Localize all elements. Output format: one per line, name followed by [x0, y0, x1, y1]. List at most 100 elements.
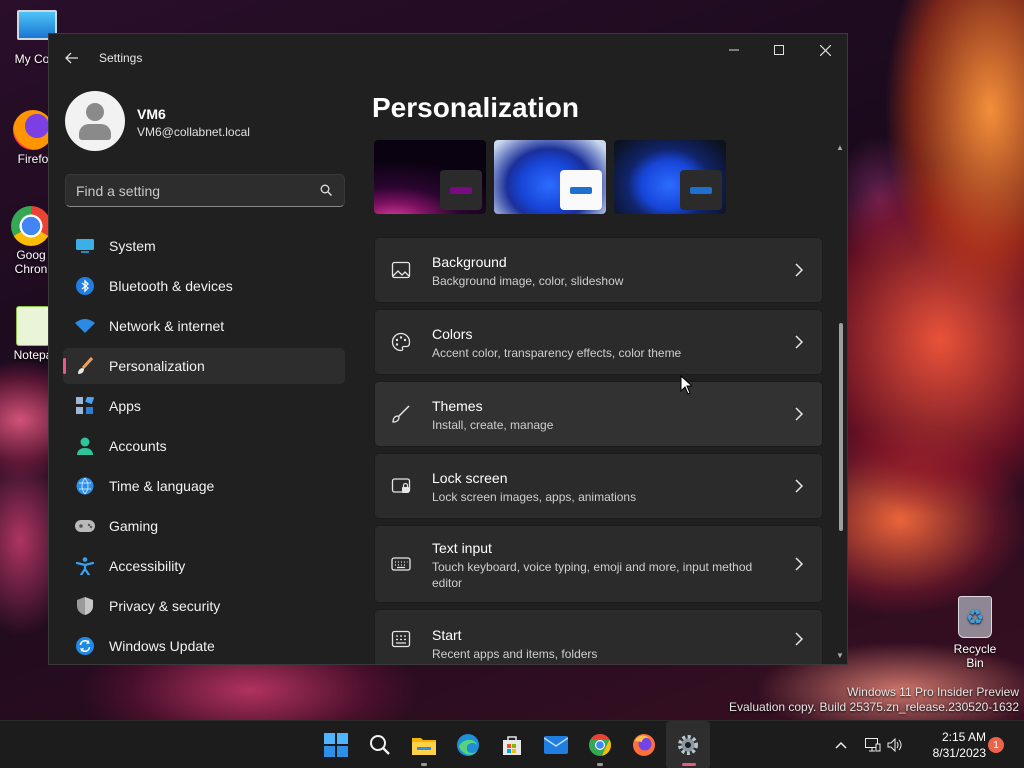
- scroll-thumb[interactable]: [839, 323, 843, 531]
- chevron-right-icon: [795, 632, 804, 646]
- watermark-line: Windows 11 Pro Insider Preview: [847, 685, 1019, 699]
- taskbar-mail[interactable]: [534, 721, 578, 768]
- close-button[interactable]: [802, 34, 847, 66]
- desktop-icon-label: Firefo: [17, 152, 49, 166]
- mouse-cursor-icon: [680, 375, 692, 395]
- card-lock-screen[interactable]: Lock screen Lock screen images, apps, an…: [374, 453, 823, 519]
- card-colors[interactable]: Colors Accent color, transparency effect…: [374, 309, 823, 375]
- search-box[interactable]: [65, 174, 345, 207]
- theme-thumbnail-dark-bloom[interactable]: [614, 140, 726, 214]
- card-start[interactable]: Start Recent apps and items, folders: [374, 609, 823, 664]
- sidebar-item-apps[interactable]: Apps: [63, 388, 345, 424]
- theme-accent-preview: [440, 170, 482, 210]
- user-email: VM6@collabnet.local: [137, 125, 250, 139]
- tray-network-button[interactable]: [862, 721, 884, 768]
- chevron-right-icon: [795, 335, 804, 349]
- theme-thumbnail-dark-purple[interactable]: [374, 140, 486, 214]
- chevron-right-icon: [795, 479, 804, 493]
- notepad-icon: [16, 306, 50, 346]
- sidebar-item-network[interactable]: Network & internet: [63, 308, 345, 344]
- user-head-icon: [86, 103, 104, 121]
- sidebar-item-personalization[interactable]: Personalization: [63, 348, 345, 384]
- sidebar-nav: System Bluetooth & devices Network & int…: [63, 228, 345, 664]
- start-icon: [391, 630, 411, 648]
- settings-cards: Background Background image, color, slid…: [374, 237, 823, 664]
- scrollbar[interactable]: ▲ ▼: [835, 142, 845, 662]
- scroll-up-icon[interactable]: ▲: [836, 144, 844, 152]
- card-text-input[interactable]: Text input Touch keyboard, voice typing,…: [374, 525, 823, 603]
- taskbar-edge[interactable]: [446, 721, 490, 768]
- tray-volume-button[interactable]: [884, 721, 906, 768]
- theme-thumbnails: [374, 140, 726, 214]
- clock-time: 2:15 AM: [941, 730, 986, 744]
- taskbar-file-explorer[interactable]: [402, 721, 446, 768]
- desktop-icon-label: Recycle Bin: [953, 642, 997, 670]
- sidebar-item-label: Bluetooth & devices: [109, 278, 233, 294]
- clock[interactable]: 2:15 AM 8/31/2023: [912, 729, 986, 761]
- windows-start-icon: [324, 733, 348, 757]
- brush-icon: [392, 405, 410, 423]
- scroll-down-icon[interactable]: ▼: [836, 652, 844, 660]
- user-name: VM6: [137, 106, 166, 122]
- close-icon: [819, 44, 831, 56]
- sidebar-item-accessibility[interactable]: Accessibility: [63, 548, 345, 584]
- minimize-icon: [729, 49, 739, 51]
- update-icon: [75, 636, 95, 656]
- firefox-icon: [13, 110, 53, 150]
- store-icon: [503, 736, 521, 755]
- card-title: Themes: [432, 398, 483, 414]
- taskbar: 2:15 AM 8/31/2023 1: [0, 720, 1024, 768]
- gamepad-icon: [75, 516, 95, 536]
- card-subtitle: Background image, color, slideshow: [432, 274, 624, 288]
- sidebar-item-gaming[interactable]: Gaming: [63, 508, 345, 544]
- sidebar-item-windows-update[interactable]: Windows Update: [63, 628, 345, 664]
- taskbar-firefox[interactable]: [622, 721, 666, 768]
- notification-badge[interactable]: 1: [988, 737, 1004, 753]
- sidebar-item-bluetooth[interactable]: Bluetooth & devices: [63, 268, 345, 304]
- maximize-button[interactable]: [756, 34, 802, 66]
- card-themes[interactable]: Themes Install, create, manage: [374, 381, 823, 447]
- window-title: Settings: [99, 51, 143, 65]
- sidebar-item-label: Apps: [109, 398, 141, 414]
- card-subtitle: Recent apps and items, folders: [432, 647, 598, 661]
- network-icon: [865, 738, 881, 752]
- sidebar-item-privacy[interactable]: Privacy & security: [63, 588, 345, 624]
- firefox-icon: [633, 734, 655, 756]
- accessibility-icon: [75, 556, 95, 576]
- sidebar-item-time-language[interactable]: Time & language: [63, 468, 345, 504]
- minimize-button[interactable]: [711, 34, 757, 66]
- tray-overflow-button[interactable]: [830, 721, 852, 768]
- taskbar-start-button[interactable]: [314, 721, 358, 768]
- settings-icon: [678, 735, 698, 755]
- card-background[interactable]: Background Background image, color, slid…: [374, 237, 823, 303]
- desktop-icon-recycle-bin[interactable]: ♻ Recycle Bin: [945, 596, 1005, 670]
- search-icon[interactable]: [320, 184, 332, 196]
- chrome-icon: [589, 734, 611, 756]
- user-body-icon: [79, 124, 111, 140]
- card-title: Lock screen: [432, 470, 508, 486]
- chevron-right-icon: [795, 263, 804, 277]
- settings-window: Settings VM6 VM6@collabnet.local System …: [48, 33, 848, 665]
- back-arrow-icon: [65, 52, 78, 64]
- search-input[interactable]: [76, 182, 306, 200]
- chevron-up-icon: [835, 741, 847, 749]
- chevron-right-icon: [795, 557, 804, 571]
- windows-watermark: Windows 11 Pro Insider Preview Evaluatio…: [729, 685, 1019, 715]
- back-button[interactable]: [59, 46, 85, 70]
- card-subtitle: Install, create, manage: [432, 418, 554, 432]
- sidebar-item-accounts[interactable]: Accounts: [63, 428, 345, 464]
- card-title: Start: [432, 627, 462, 643]
- card-subtitle: Accent color, transparency effects, colo…: [432, 346, 682, 360]
- title-bar[interactable]: Settings: [49, 34, 847, 82]
- chevron-right-icon: [795, 407, 804, 421]
- wifi-icon: [75, 316, 95, 336]
- theme-thumbnail-light-bloom[interactable]: [494, 140, 606, 214]
- taskbar-settings[interactable]: [666, 721, 710, 768]
- taskbar-store[interactable]: [490, 721, 534, 768]
- sidebar-item-system[interactable]: System: [63, 228, 345, 264]
- sidebar-item-label: Windows Update: [109, 638, 215, 654]
- lock-screen-icon: [391, 478, 411, 493]
- taskbar-search-button[interactable]: [358, 721, 402, 768]
- avatar[interactable]: [65, 91, 125, 151]
- taskbar-chrome[interactable]: [578, 721, 622, 768]
